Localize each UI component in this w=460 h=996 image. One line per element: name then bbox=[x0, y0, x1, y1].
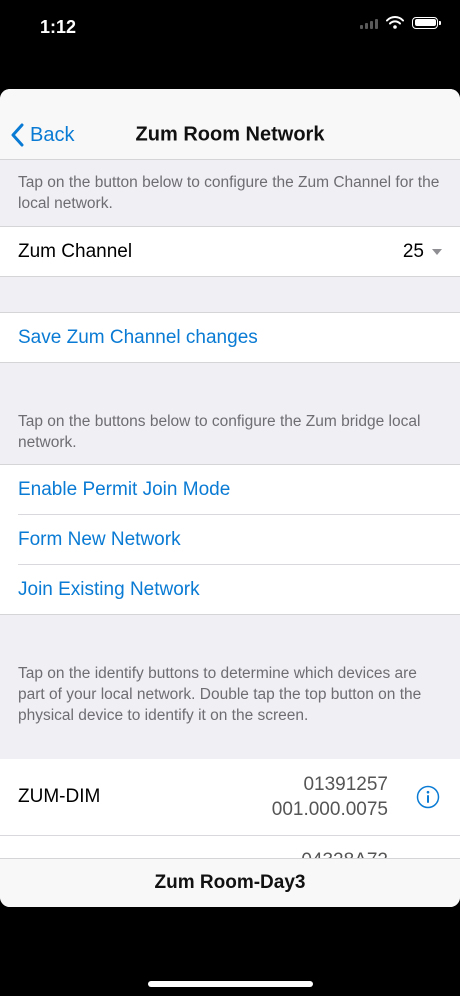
channel-section-description: Tap on the button below to configure the… bbox=[0, 160, 460, 227]
device-row: ZUM-DIM 01391257 001.000.0075 bbox=[0, 759, 460, 836]
identify-section-description: Tap on the identify buttons to determine… bbox=[18, 665, 422, 724]
zum-channel-value: 25 bbox=[402, 240, 424, 262]
wifi-icon bbox=[386, 16, 404, 29]
bridge-section-description: Tap on the buttons below to configure th… bbox=[0, 363, 460, 465]
navigation-bar: Back Zum Room Network bbox=[0, 89, 460, 160]
modal-sheet: Back Zum Room Network Tap on the button … bbox=[0, 89, 460, 907]
save-zum-channel-button[interactable]: Save Zum Channel changes bbox=[0, 313, 460, 363]
triangle-down-icon bbox=[432, 248, 442, 255]
status-time: 1:12 bbox=[40, 17, 77, 37]
form-new-network-button[interactable]: Form New Network bbox=[0, 515, 460, 565]
zum-channel-label: Zum Channel bbox=[18, 240, 133, 262]
battery-icon bbox=[412, 16, 441, 29]
bottom-toolbar: Zum Room-Day3 bbox=[0, 858, 460, 907]
status-bar: 1:12 bbox=[0, 0, 460, 56]
home-indicator[interactable] bbox=[148, 981, 313, 987]
enable-permit-join-button[interactable]: Enable Permit Join Mode bbox=[0, 465, 460, 515]
device-name: ZUM-DIM bbox=[18, 786, 101, 807]
zum-channel-row: Zum Channel 25 bbox=[0, 227, 460, 277]
device-id-line2: 001.000.0075 bbox=[271, 799, 388, 820]
info-circle-icon[interactable] bbox=[416, 785, 440, 809]
section-gap bbox=[0, 277, 460, 313]
zum-channel-picker[interactable]: 25 bbox=[403, 241, 442, 263]
cellular-signal-icon bbox=[360, 17, 378, 29]
room-title: Zum Room-Day3 bbox=[154, 872, 306, 893]
device-id-line1: 01391257 bbox=[303, 774, 388, 795]
status-icons bbox=[360, 16, 441, 29]
join-existing-network-button[interactable]: Join Existing Network bbox=[0, 565, 460, 615]
page-title: Zum Room Network bbox=[135, 123, 325, 146]
device-ids: 01391257 001.000.0075 bbox=[272, 772, 388, 822]
